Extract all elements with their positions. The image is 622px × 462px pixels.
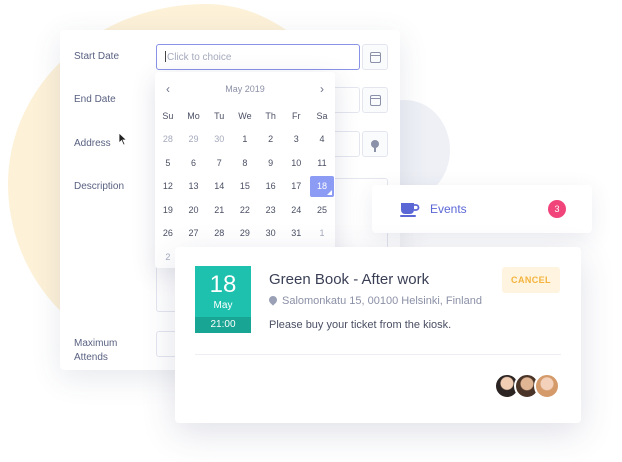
start-date-input[interactable]: Click to choice [156,44,360,70]
calendar-day[interactable]: 14 [206,175,232,199]
calendar-day[interactable]: 9 [258,151,284,175]
event-day: 18 [209,271,237,298]
calendar-day[interactable]: 18 [310,175,334,197]
calendar-day[interactable]: 24 [283,198,309,222]
calendar-icon [369,51,381,63]
calendar-day[interactable]: 26 [155,222,181,246]
address-label: Address [74,138,111,149]
next-month-button[interactable]: › [315,82,329,96]
weekday-header: Mo [187,110,200,121]
calendar-day[interactable]: 20 [181,198,207,222]
calendar-day[interactable]: 10 [283,151,309,175]
end-date-label: End Date [74,94,116,105]
description-label: Description [74,181,125,192]
calendar-day[interactable]: 25 [309,198,335,222]
text-caret [165,51,166,62]
calendar-day[interactable]: 29 [181,128,207,152]
coffee-cup-icon [400,203,420,217]
calendar-day[interactable]: 4 [309,128,335,152]
weekday-header: Th [265,110,276,121]
address-location-button[interactable] [362,131,388,157]
calendar-day[interactable]: 16 [258,175,284,199]
calendar-day[interactable]: 13 [181,175,207,199]
calendar-day[interactable]: 28 [155,128,181,152]
start-date-calendar-button[interactable] [362,44,388,70]
calendar-day[interactable]: 27 [181,222,207,246]
event-location: Salomonkatu 15, 00100 Helsinki, Finland [269,294,482,308]
calendar-day[interactable]: 11 [309,151,335,175]
calendar-day[interactable]: 31 [283,222,309,246]
events-label: Events [430,202,467,216]
map-pin-icon [371,140,379,152]
max-attends-label: Maximum Attends [74,338,118,363]
calendar-day[interactable]: 6 [181,151,207,175]
weekday-header: Fr [292,110,301,121]
start-date-placeholder: Click to choice [167,52,232,63]
calendar-day[interactable]: 21 [206,198,232,222]
calendar-day[interactable]: 23 [258,198,284,222]
cancel-button[interactable]: CANCEL [502,267,560,293]
calendar-day[interactable]: 29 [232,222,258,246]
calendar-day[interactable]: 30 [258,222,284,246]
event-date-tile: 18 May 21:00 [195,266,251,333]
end-date-calendar-button[interactable] [362,87,388,113]
location-pin-icon [269,296,277,307]
event-location-text: Salomonkatu 15, 00100 Helsinki, Finland [282,295,482,307]
calendar-day[interactable]: 28 [206,222,232,246]
weekday-header: Sa [316,110,328,121]
weekday-header: Tu [214,110,225,121]
divider [195,354,561,355]
weekday-header: Su [162,110,174,121]
mouse-pointer-icon [118,132,128,146]
calendar-day[interactable]: 1 [232,128,258,152]
calendar-icon [369,94,381,106]
avatar[interactable] [534,373,560,399]
events-count-badge: 3 [548,200,566,218]
calendar-month-label: May 2019 [225,84,265,94]
weekday-header: We [238,110,252,121]
calendar-day[interactable]: 30 [206,128,232,152]
calendar-day[interactable]: 12 [155,175,181,199]
event-month: May [213,300,233,311]
event-detail-card: 18 May 21:00 Green Book - After work Sal… [175,247,581,423]
calendar-day[interactable]: 3 [283,128,309,152]
event-note: Please buy your ticket from the kiosk. [269,319,452,331]
calendar-day[interactable]: 5 [155,151,181,175]
calendar-day[interactable]: 7 [206,151,232,175]
event-title: Green Book - After work [269,271,430,288]
calendar-grid: Su Mo Tu We Th Fr Sa 28 29 30 1 2 3 4 5 6 7 8 9 10 11 12 13 14 1… [155,104,335,269]
calendar-day[interactable]: 2 [258,128,284,152]
calendar-day[interactable]: 22 [232,198,258,222]
calendar-day[interactable]: 17 [283,175,309,199]
calendar-day[interactable]: 8 [232,151,258,175]
events-widget[interactable]: Events 3 [372,185,592,233]
calendar-day[interactable]: 1 [309,222,335,246]
start-date-label: Start Date [74,51,120,62]
calendar-day[interactable]: 15 [232,175,258,199]
calendar-day[interactable]: 19 [155,198,181,222]
date-picker-dropdown: ‹ May 2019 › Su Mo Tu We Th Fr Sa 28 29 30 1 2 3 4 5 6 7… [155,72,335,268]
attendee-avatars[interactable] [494,373,564,401]
event-time: 21:00 [195,317,251,333]
